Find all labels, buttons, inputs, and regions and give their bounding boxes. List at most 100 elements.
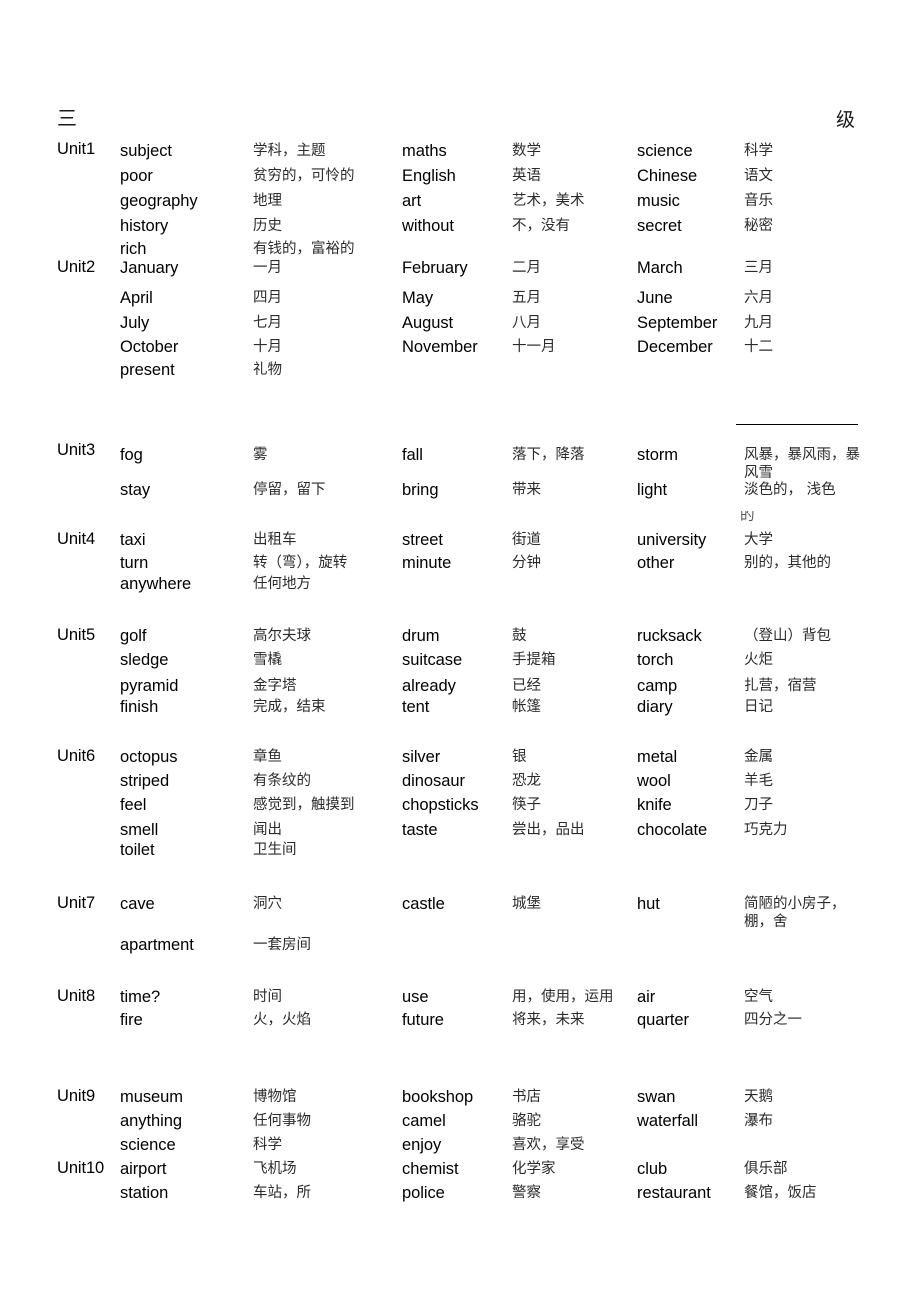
- vocab-meaning-cn: 十二: [744, 339, 773, 355]
- vocab-word-en: dinosaur: [402, 772, 465, 790]
- vocab-word-en: July: [120, 314, 150, 332]
- vocab-meaning-cn: 分钟: [512, 555, 541, 571]
- vocab-meaning-cn: 火炬: [744, 652, 773, 668]
- vocab-meaning-cn: 大学: [744, 532, 773, 548]
- vocab-word-en: anywhere: [120, 575, 192, 593]
- vocab-word-en: castle: [402, 895, 445, 913]
- vocab-word-en: apartment: [120, 936, 194, 954]
- vocab-meaning-cn: 五月: [512, 290, 541, 306]
- vocab-meaning-cn: 任何事物: [253, 1113, 311, 1129]
- document-page: 三 级 Unit1 subject 学科，主题 maths 数学 science 科学 poo…: [0, 0, 920, 1303]
- vocab-word-en: geography: [120, 192, 198, 210]
- vocab-meaning-cn: 历史: [253, 218, 282, 234]
- vocab-word-en: November: [402, 338, 478, 356]
- vocab-word-en: university: [637, 531, 707, 549]
- vocab-word-en: April: [120, 289, 153, 307]
- vocab-word-en: light: [637, 481, 668, 499]
- unit-label: Unit8: [57, 987, 96, 1005]
- vocab-word-en: sledge: [120, 651, 169, 669]
- clipped-glyph: 的: [740, 511, 755, 521]
- vocab-word-en: quarter: [637, 1011, 689, 1029]
- vocab-meaning-cn: 天鹅: [744, 1089, 773, 1105]
- vocab-word-en: use: [402, 988, 429, 1006]
- vocab-meaning-cn: 感觉到，触摸到: [253, 797, 355, 813]
- unit-label: Unit6: [57, 747, 96, 765]
- page-title-right: 级: [836, 109, 856, 131]
- vocab-meaning-cn: 瀑布: [744, 1113, 773, 1129]
- unit-label: Unit3: [57, 441, 96, 459]
- vocab-word-en: stay: [120, 481, 151, 499]
- vocab-meaning-cn: 化学家: [512, 1161, 556, 1177]
- vocab-meaning-cn: 鼓: [512, 628, 527, 644]
- vocab-meaning-cn: 章鱼: [253, 749, 282, 765]
- vocab-meaning-cn: 喜欢，享受: [512, 1137, 585, 1153]
- vocab-word-en: subject: [120, 142, 172, 160]
- vocab-meaning-cn: 城堡: [512, 896, 541, 912]
- vocab-word-en: golf: [120, 627, 147, 645]
- vocab-word-en: waterfall: [637, 1112, 698, 1130]
- vocab-meaning-cn: 秘密: [744, 218, 773, 234]
- vocab-word-en: airport: [120, 1160, 167, 1178]
- vocab-meaning-cn: 三月: [744, 260, 773, 276]
- vocab-word-en: science: [637, 142, 693, 160]
- vocab-meaning-cn: 高尔夫球: [253, 628, 311, 644]
- vocab-word-en: fog: [120, 446, 143, 464]
- vocab-word-en: tent: [402, 698, 430, 716]
- vocab-word-en: knife: [637, 796, 672, 814]
- vocab-meaning-cn: 艺术，美术: [512, 193, 585, 209]
- vocab-meaning-cn: 落下，降落: [512, 447, 585, 463]
- vocab-word-en: police: [402, 1184, 445, 1202]
- vocab-meaning-cn: 一套房间: [253, 937, 311, 953]
- vocab-meaning-cn: 金属: [744, 749, 773, 765]
- vocab-word-en: suitcase: [402, 651, 463, 669]
- vocab-meaning-cn: 雾: [253, 447, 268, 463]
- vocab-meaning-cn: 带来: [512, 482, 541, 498]
- vocab-word-en: minute: [402, 554, 452, 572]
- vocab-word-en: drum: [402, 627, 440, 645]
- vocab-word-en: February: [402, 259, 468, 277]
- vocab-word-en: secret: [637, 217, 682, 235]
- vocab-word-en: fire: [120, 1011, 143, 1029]
- vocab-meaning-cn: 九月: [744, 315, 773, 331]
- vocab-word-en: already: [402, 677, 456, 695]
- vocab-meaning-cn: 飞机场: [253, 1161, 297, 1177]
- vocab-word-en: station: [120, 1184, 169, 1202]
- vocab-meaning-cn: 出租车: [253, 532, 297, 548]
- vocab-meaning-cn: 警察: [512, 1185, 541, 1201]
- unit-label: Unit7: [57, 894, 96, 912]
- vocab-word-en: September: [637, 314, 718, 332]
- vocab-word-en: club: [637, 1160, 668, 1178]
- vocab-word-en: torch: [637, 651, 674, 669]
- vocab-meaning-cn: 转（弯），旋转: [253, 555, 348, 571]
- vocab-meaning-cn: 雪橇: [253, 652, 282, 668]
- vocab-meaning-cn: 七月: [253, 315, 282, 331]
- vocab-word-en: anything: [120, 1112, 182, 1130]
- vocab-meaning-cn: 银: [512, 749, 527, 765]
- vocab-meaning-cn: 卫生间: [253, 842, 297, 858]
- vocab-meaning-cn: 巧克力: [744, 822, 788, 838]
- vocab-word-en: turn: [120, 554, 149, 572]
- vocab-word-en: wool: [637, 772, 671, 790]
- vocab-meaning-cn: 时间: [253, 989, 282, 1005]
- vocab-word-en: bring: [402, 481, 439, 499]
- vocab-word-en: silver: [402, 748, 441, 766]
- vocab-meaning-cn: 完成，结束: [253, 699, 326, 715]
- vocab-word-en: other: [637, 554, 675, 572]
- vocab-word-en: diary: [637, 698, 673, 716]
- vocab-word-en: maths: [402, 142, 447, 160]
- vocab-word-en: museum: [120, 1088, 183, 1106]
- vocab-word-en: chemist: [402, 1160, 459, 1178]
- vocab-word-en: present: [120, 361, 175, 379]
- vocab-word-en: rich: [120, 240, 147, 258]
- vocab-word-en: bookshop: [402, 1088, 474, 1106]
- vocab-meaning-cn: 博物馆: [253, 1089, 297, 1105]
- vocab-meaning-cn: 一月: [253, 260, 282, 276]
- vocab-meaning-cn: 四月: [253, 290, 282, 306]
- vocab-word-en: swan: [637, 1088, 676, 1106]
- vocab-word-en: hut: [637, 895, 660, 913]
- horizontal-rule: [736, 424, 858, 425]
- vocab-word-en: January: [120, 259, 179, 277]
- page-title-left: 三: [57, 106, 77, 130]
- vocab-word-en: without: [402, 217, 454, 235]
- vocab-word-en: feel: [120, 796, 147, 814]
